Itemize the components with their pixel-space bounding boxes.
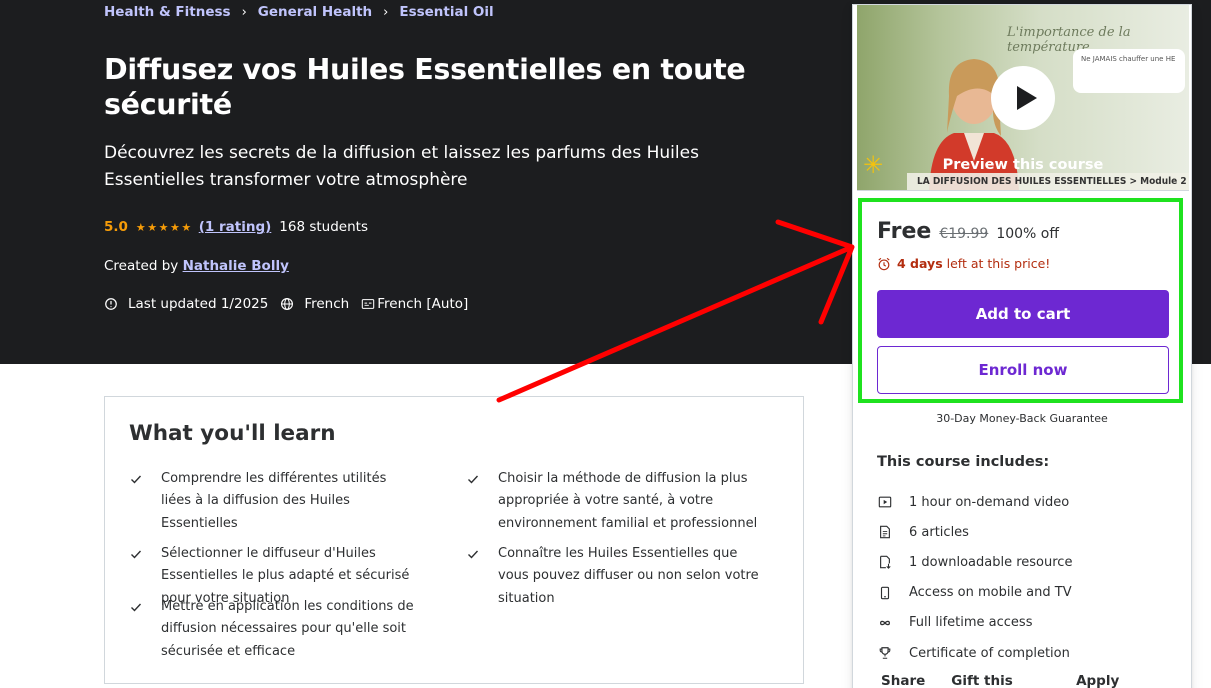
timer-days: 4 days: [897, 256, 943, 271]
breadcrumb-essential-oil[interactable]: Essential Oil: [399, 4, 493, 20]
last-updated: Last updated 1/2025: [104, 296, 268, 312]
created-by: Created by Nathalie Bolly: [104, 258, 289, 274]
rating-row: 5.0 ★★★★★ (1 rating) 168 students: [104, 219, 368, 235]
check-icon: [131, 603, 142, 612]
chevron-right-icon: ›: [383, 4, 389, 20]
includes-item-label: Certificate of completion: [909, 645, 1070, 661]
instructor-link[interactable]: Nathalie Bolly: [183, 258, 289, 274]
check-icon: [468, 550, 479, 559]
includes-item: 6 articles: [877, 517, 1072, 547]
purchase-card: L'importance de la température Ne JAMAIS…: [852, 4, 1192, 688]
course-preview-video[interactable]: L'importance de la température Ne JAMAIS…: [857, 5, 1189, 191]
current-price: Free: [877, 219, 932, 244]
chevron-right-icon: ›: [241, 4, 247, 20]
closed-captions-icon: [362, 299, 375, 309]
learn-item: Comprendre les différentes utilités liée…: [129, 468, 419, 535]
learn-item-text: Comprendre les différentes utilités liée…: [161, 471, 387, 531]
infinity-icon: [880, 620, 890, 626]
star-rating-icon: ★★★★★: [135, 220, 193, 234]
trophy-icon: [879, 647, 891, 659]
language-text: French: [304, 296, 350, 312]
learn-item: Choisir la méthode de diffusion la plus …: [466, 468, 766, 535]
check-icon: [131, 475, 142, 484]
download-file-icon: [880, 556, 891, 570]
globe-icon: [281, 298, 294, 310]
course-title: Diffusez vos Huiles Essentielles en tout…: [104, 53, 746, 121]
gift-course-button[interactable]: Gift this course: [951, 673, 1050, 688]
discount-percent: 100% off: [996, 226, 1059, 242]
alert-badge-icon: [105, 298, 117, 310]
language: French: [280, 296, 349, 312]
breadcrumb-general-health[interactable]: General Health: [258, 4, 372, 20]
learn-item: Connaître les Huiles Essentielles que vo…: [466, 543, 766, 610]
learn-title: What you'll learn: [129, 421, 336, 446]
mobile-icon: [880, 586, 890, 599]
what-youll-learn: What you'll learn Comprendre les différe…: [104, 396, 804, 684]
video-lower-third: LA DIFFUSION DES HUILES ESSENTIELLES > M…: [907, 173, 1189, 190]
share-button[interactable]: Share: [881, 673, 925, 688]
includes-item: Full lifetime access: [877, 608, 1072, 638]
breadcrumb-health-fitness[interactable]: Health & Fitness: [104, 4, 231, 20]
captions-text: French [Auto]: [377, 296, 469, 312]
slide-note: Ne JAMAIS chauffer une HE: [1073, 49, 1185, 93]
money-back-guarantee: 30-Day Money-Back Guarantee: [936, 412, 1108, 425]
video-icon: [878, 496, 892, 508]
original-price: €19.99: [939, 226, 989, 242]
alarm-clock-icon: [878, 257, 890, 270]
includes-item: 1 downloadable resource: [877, 547, 1072, 577]
course-meta: Last updated 1/2025 French French [Auto]: [104, 296, 480, 312]
breadcrumb: Health & Fitness › General Health › Esse…: [104, 4, 494, 20]
last-updated-text: Last updated 1/2025: [128, 296, 269, 312]
includes-item: Access on mobile and TV: [877, 578, 1072, 608]
rating-count-link[interactable]: (1 rating): [199, 219, 272, 235]
add-to-cart-button[interactable]: Add to cart: [877, 290, 1169, 338]
captions: French [Auto]: [361, 296, 468, 312]
learn-item: Mettre en application les conditions de …: [129, 596, 419, 663]
includes-list: 1 hour on-demand video 6 articles 1 down…: [877, 487, 1072, 668]
includes-item-label: Access on mobile and TV: [909, 585, 1072, 601]
learn-item-text: Choisir la méthode de diffusion la plus …: [498, 471, 758, 531]
course-subtitle: Découvrez les secrets de la diffusion et…: [104, 143, 699, 190]
includes-item: 1 hour on-demand video: [877, 487, 1072, 517]
includes-title: This course includes:: [877, 454, 1050, 470]
includes-item-label: 1 downloadable resource: [909, 554, 1073, 570]
learn-item-text: Connaître les Huiles Essentielles que vo…: [498, 546, 759, 606]
learn-item-text: Mettre en application les conditions de …: [161, 599, 414, 659]
includes-item-label: 1 hour on-demand video: [909, 494, 1070, 510]
includes-item-label: Full lifetime access: [909, 615, 1033, 631]
created-by-label: Created by: [104, 258, 179, 274]
rating-score: 5.0: [104, 219, 128, 235]
article-icon: [880, 526, 890, 539]
preview-course-label[interactable]: Preview this course: [857, 157, 1189, 173]
play-icon[interactable]: [991, 66, 1055, 130]
price-row: Free €19.99 100% off: [877, 219, 1059, 244]
timer-text: left at this price!: [946, 256, 1051, 271]
slide-note-text: Ne JAMAIS chauffer une HE: [1081, 55, 1176, 63]
apply-coupon-button[interactable]: Apply Coupon: [1076, 673, 1165, 688]
student-count: 168 students: [279, 219, 368, 235]
check-icon: [468, 475, 479, 484]
enroll-now-button[interactable]: Enroll now: [877, 346, 1169, 394]
includes-item: Certificate of completion: [877, 638, 1072, 668]
includes-item-label: 6 articles: [909, 524, 969, 540]
check-icon: [131, 550, 142, 559]
price-timer: 4 days left at this price!: [877, 256, 1050, 271]
card-links: Share Gift this course Apply Coupon: [881, 673, 1191, 688]
